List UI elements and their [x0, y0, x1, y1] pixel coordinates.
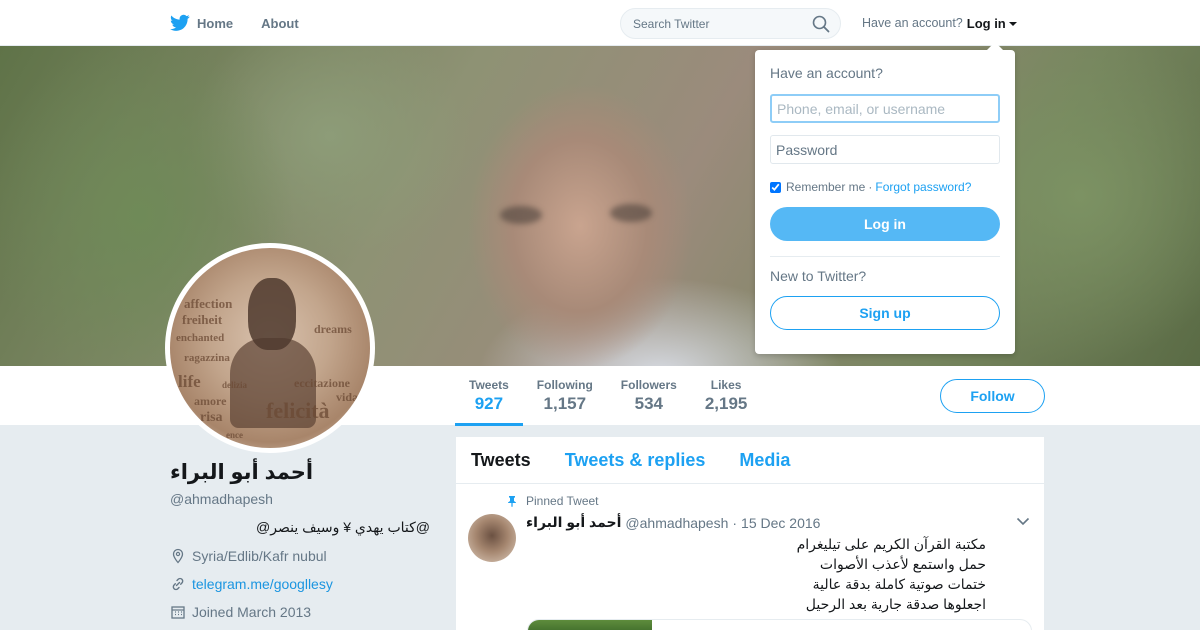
top-navigation-bar: Home About Have an account? Log in: [0, 0, 1200, 46]
follow-button[interactable]: Follow: [940, 379, 1045, 413]
password-field[interactable]: [770, 135, 1000, 164]
avatar-word: amore: [194, 394, 227, 408]
avatar-word: vida: [336, 390, 359, 404]
tweet-media-card[interactable]: [527, 619, 1032, 630]
nav-home[interactable]: Home: [170, 14, 233, 32]
timeline-tabs: Tweets Tweets & replies Media: [456, 437, 1044, 484]
remember-row: Remember me · Forgot password?: [770, 180, 1000, 194]
tweet-date[interactable]: 15 Dec 2016: [741, 515, 820, 531]
remember-me-checkbox[interactable]: [770, 181, 781, 193]
profile-info: أحمد أبو البراء @ahmadhapesh @كتاب يهدي …: [170, 460, 440, 620]
profile-name[interactable]: أحمد أبو البراء: [170, 460, 440, 485]
tweet-text: مكتبة القرآن الكريم على تيليغرام حمل واس…: [526, 534, 986, 614]
banner-detail: [500, 206, 542, 224]
have-account-text: Have an account?: [862, 16, 963, 30]
calendar-icon: [171, 606, 185, 619]
avatar-word: dreams: [314, 322, 352, 336]
search-input[interactable]: [621, 9, 801, 38]
username-field[interactable]: [770, 94, 1000, 123]
pinned-tweet[interactable]: Pinned Tweet أحمد أبو البراء @ahmadhapes…: [456, 484, 1044, 614]
pinned-label: Pinned Tweet: [526, 494, 599, 508]
tweet-media-image: [528, 620, 652, 630]
tweet-line: ختمات صوتية كاملة بدقة عالية: [812, 576, 986, 592]
tab-tweets[interactable]: Tweets: [471, 450, 531, 471]
nav-home-label: Home: [197, 15, 234, 31]
login-dropdown: Have an account? Remember me · Forgot pa…: [755, 42, 1015, 354]
profile-location: Syria/Edlib/Kafr nubul: [170, 548, 440, 564]
avatar-word: eccitazione: [294, 376, 350, 390]
profile-joined: Joined March 2013: [170, 604, 440, 620]
stat-label: Followers: [620, 378, 677, 392]
pinned-indicator: Pinned Tweet: [506, 494, 1029, 508]
link-icon: [172, 577, 184, 591]
search-box: [620, 8, 841, 39]
stat-value: 2,195: [704, 394, 748, 413]
avatar-word: enchanted: [176, 332, 225, 344]
chevron-down-icon[interactable]: [1016, 516, 1030, 526]
joined-text: Joined March 2013: [192, 604, 312, 620]
timeline: Tweets Tweets & replies Media Pinned Twe…: [456, 437, 1044, 630]
profile-avatar[interactable]: affection freiheit enchanted dreams raga…: [165, 243, 375, 453]
avatar-word: affection: [184, 296, 233, 311]
avatar-detail: [248, 278, 296, 350]
avatar-word: ence: [226, 430, 243, 440]
remember-me-label[interactable]: Remember me: [786, 180, 865, 194]
tab-media[interactable]: Media: [739, 450, 790, 471]
pin-icon: [508, 496, 516, 507]
tweet-author-name[interactable]: أحمد أبو البراء: [526, 514, 621, 531]
avatar-word: risa: [200, 410, 223, 425]
tweet-line: مكتبة القرآن الكريم على تيليغرام: [796, 536, 986, 552]
profile-handle[interactable]: @ahmadhapesh: [170, 491, 440, 507]
nav-about[interactable]: About: [261, 16, 299, 31]
location-pin-icon: [172, 548, 184, 564]
avatar-word: freiheit: [182, 312, 223, 327]
avatar-word: delizia: [222, 380, 247, 390]
signup-button[interactable]: Sign up: [770, 296, 1000, 330]
banner-detail: [610, 204, 652, 222]
search-icon[interactable]: [812, 15, 830, 33]
tab-tweets-and-replies[interactable]: Tweets & replies: [565, 450, 706, 471]
tweet-line: حمل واستمع لأعذب الأصوات: [819, 556, 986, 572]
twitter-bird-icon: [170, 14, 190, 31]
profile-website-link[interactable]: telegram.me/googllesy: [192, 576, 333, 592]
dropdown-divider: [770, 256, 1000, 257]
stat-following[interactable]: Following 1,157: [523, 366, 607, 426]
nav-left: Home About: [170, 0, 327, 46]
avatar-word: ragazzina: [184, 352, 230, 364]
new-to-twitter-text: New to Twitter?: [770, 268, 867, 284]
tweet-line: اجعلوها صدقة جارية بعد الرحيل: [805, 596, 986, 612]
stat-label: Tweets: [469, 378, 509, 392]
tweet-header: أحمد أبو البراء @ahmadhapesh · 15 Dec 20…: [526, 514, 1029, 531]
login-prompt: Have an account? Log in: [862, 0, 1017, 46]
dropdown-title: Have an account?: [770, 65, 883, 81]
login-dropdown-toggle[interactable]: Log in: [967, 16, 1017, 31]
login-toggle-label: Log in: [966, 15, 1006, 31]
stat-value: 534: [634, 394, 663, 413]
login-button[interactable]: Log in: [770, 207, 1000, 241]
tweet-avatar[interactable]: [468, 514, 516, 562]
stat-label: Following: [536, 378, 593, 392]
profile-stats: Tweets 927 Following 1,157 Followers 534…: [455, 366, 761, 426]
stat-likes[interactable]: Likes 2,195: [691, 366, 762, 426]
stat-followers[interactable]: Followers 534: [607, 366, 691, 426]
tweet-author-handle[interactable]: @ahmadhapesh: [625, 515, 728, 531]
avatar-word: life: [178, 372, 201, 391]
avatar-word: felicità: [266, 398, 330, 423]
stat-label: Likes: [710, 378, 742, 392]
profile-link: telegram.me/googllesy: [170, 576, 440, 592]
remember-separator: ·: [868, 180, 873, 194]
avatar-image: affection freiheit enchanted dreams raga…: [170, 248, 370, 448]
stat-value: 1,157: [543, 394, 587, 413]
stat-value: 927: [474, 394, 504, 413]
forgot-password-link[interactable]: Forgot password?: [875, 180, 971, 194]
profile-bio: @كتاب يهدي ¥ وسيف ينصر@: [256, 519, 430, 535]
tweet-separator: ·: [732, 514, 738, 531]
stat-tweets[interactable]: Tweets 927: [455, 366, 523, 426]
location-text: Syria/Edlib/Kafr nubul: [192, 548, 327, 564]
chevron-down-icon: [1008, 22, 1017, 27]
nav-about-label: About: [261, 15, 299, 31]
